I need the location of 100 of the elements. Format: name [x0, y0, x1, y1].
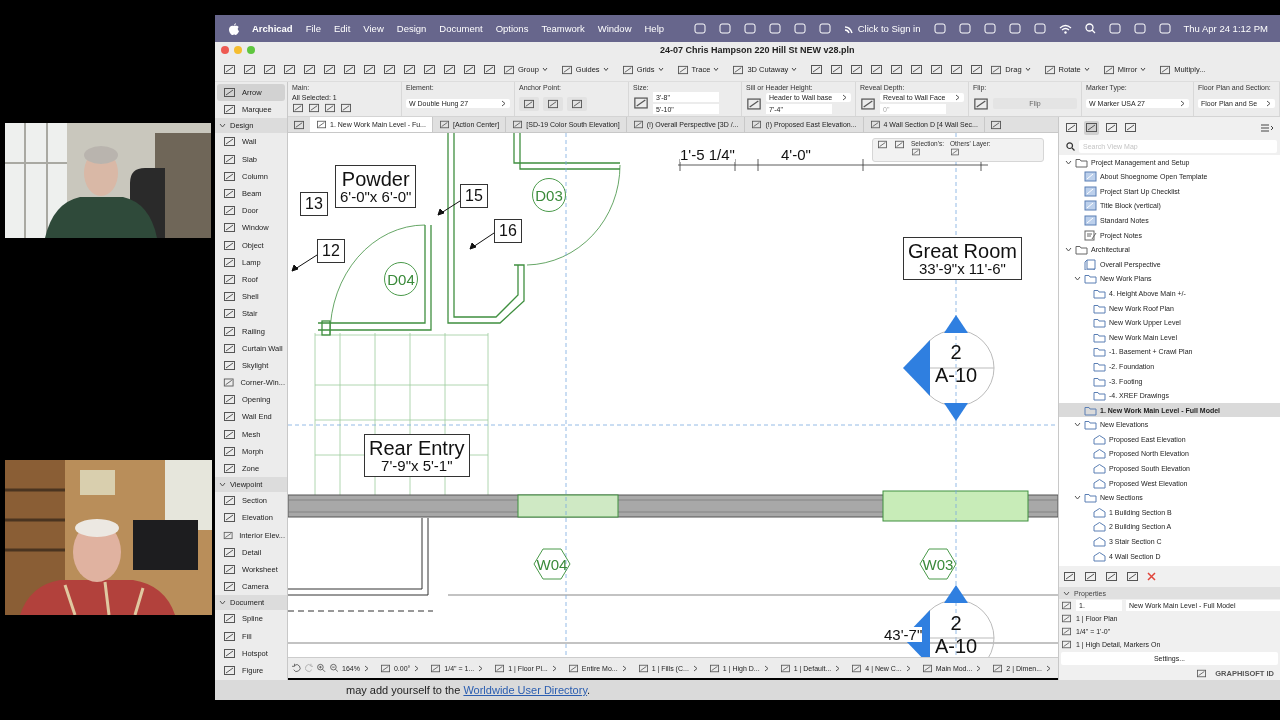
apple-icon[interactable]: [229, 22, 239, 35]
rounded-square-icon[interactable]: [1108, 23, 1121, 34]
square-icon[interactable]: [830, 64, 844, 75]
chevron-icon[interactable]: [1065, 246, 1072, 254]
chevron-icon[interactable]: [362, 664, 370, 672]
chevron-icon[interactable]: [762, 664, 770, 672]
chevron-icon[interactable]: [500, 100, 507, 107]
chevron-icon[interactable]: [620, 664, 628, 672]
chevron-icon[interactable]: [834, 664, 842, 672]
chevron-icon[interactable]: [954, 94, 961, 101]
square-icon[interactable]: [810, 64, 824, 75]
rounded-square-icon[interactable]: [743, 23, 756, 34]
chevron-icon[interactable]: [1074, 494, 1081, 502]
chevron-icon[interactable]: [841, 94, 848, 101]
chevron-icon[interactable]: [1063, 589, 1070, 597]
square-icon[interactable]: [323, 64, 336, 75]
rounded-square-icon[interactable]: [818, 23, 831, 34]
square-icon[interactable]: [930, 64, 944, 75]
rounded-square-icon[interactable]: [718, 23, 731, 34]
square-icon[interactable]: [1085, 121, 1098, 133]
menu-item[interactable]: Window: [597, 23, 632, 34]
square-icon[interactable]: [292, 103, 304, 113]
anchor-button[interactable]: [519, 96, 539, 111]
square-icon[interactable]: [989, 119, 1002, 130]
chevron-icon[interactable]: [219, 599, 226, 607]
undo-icon[interactable]: [292, 663, 301, 673]
rounded-square-icon[interactable]: [933, 23, 946, 34]
menu-item[interactable]: Options: [495, 23, 529, 34]
rounded-square-icon[interactable]: [983, 23, 996, 34]
chevron-icon[interactable]: [691, 664, 699, 672]
square-icon[interactable]: [340, 103, 352, 113]
anchor-button[interactable]: [543, 96, 563, 111]
menu-item[interactable]: Edit: [333, 23, 351, 34]
square-icon[interactable]: [403, 64, 416, 75]
chevron-icon[interactable]: [1045, 664, 1052, 672]
square-icon[interactable]: [877, 140, 888, 149]
rounded-square-icon[interactable]: [958, 23, 971, 34]
close-icon[interactable]: [1147, 572, 1156, 582]
square-icon[interactable]: [263, 64, 276, 75]
square-icon[interactable]: [223, 64, 236, 75]
square-icon[interactable]: [894, 140, 905, 149]
square-icon[interactable]: [910, 64, 924, 75]
rounded-square-icon[interactable]: [793, 23, 806, 34]
rounded-square-icon[interactable]: [1158, 23, 1171, 34]
square-icon[interactable]: [1105, 571, 1118, 583]
square-icon[interactable]: [463, 64, 476, 75]
rounded-square-icon[interactable]: [1133, 23, 1146, 34]
menu-icon[interactable]: [1260, 122, 1274, 133]
square-icon[interactable]: [1124, 122, 1137, 134]
square-icon[interactable]: [890, 64, 904, 75]
square-icon[interactable]: [1196, 668, 1208, 678]
chevron-icon[interactable]: [550, 664, 558, 672]
chevron-icon[interactable]: [975, 664, 983, 672]
square-icon[interactable]: [293, 119, 305, 130]
square-icon[interactable]: [423, 64, 436, 75]
square-icon[interactable]: [970, 64, 984, 75]
menu-item[interactable]: Document: [439, 23, 483, 34]
square-icon[interactable]: [443, 64, 456, 75]
square-icon[interactable]: [383, 64, 396, 75]
menu-item[interactable]: Teamwork: [541, 23, 585, 34]
square-icon[interactable]: [308, 103, 320, 113]
rounded-square-icon[interactable]: [1033, 23, 1046, 34]
menu-item[interactable]: Help: [644, 23, 665, 34]
menu-item[interactable]: Design: [396, 23, 427, 34]
search-icon[interactable]: [1084, 23, 1096, 34]
zoom-out-icon[interactable]: [329, 663, 338, 673]
chevron-icon[interactable]: [1065, 158, 1072, 166]
menu-item[interactable]: File: [305, 23, 321, 34]
square-icon[interactable]: [911, 148, 921, 156]
chevron-icon[interactable]: [1074, 275, 1081, 283]
chevron-icon[interactable]: [904, 664, 912, 672]
square-icon[interactable]: [1105, 122, 1118, 134]
chevron-icon[interactable]: [219, 481, 226, 489]
wifi-icon[interactable]: [1058, 23, 1072, 34]
rounded-square-icon[interactable]: [693, 23, 706, 34]
chevron-icon[interactable]: [1265, 100, 1272, 107]
square-icon[interactable]: [850, 64, 864, 75]
square-icon[interactable]: [343, 64, 356, 75]
anchor-button[interactable]: [567, 96, 587, 111]
close-button[interactable]: [221, 46, 229, 54]
square-icon[interactable]: [1065, 122, 1078, 134]
zoom-in-icon[interactable]: [317, 663, 326, 673]
menu-item[interactable]: View: [363, 23, 384, 34]
chevron-icon[interactable]: [1074, 421, 1081, 429]
square-icon[interactable]: [1126, 571, 1139, 583]
chevron-icon[interactable]: [219, 122, 226, 130]
square-icon[interactable]: [363, 64, 376, 75]
square-icon[interactable]: [870, 64, 884, 75]
chevron-icon[interactable]: [1179, 100, 1186, 107]
rounded-square-icon[interactable]: [1008, 23, 1021, 34]
chevron-icon[interactable]: [413, 664, 421, 672]
rounded-square-icon[interactable]: [768, 23, 781, 34]
square-icon[interactable]: [324, 103, 336, 113]
square-icon[interactable]: [283, 64, 296, 75]
square-icon[interactable]: [1084, 571, 1097, 583]
square-icon[interactable]: [950, 64, 964, 75]
app-menu[interactable]: Archicad: [252, 23, 293, 34]
square-icon[interactable]: [1063, 571, 1076, 583]
square-icon[interactable]: [243, 64, 256, 75]
sign-in-item[interactable]: Click to Sign in: [843, 23, 921, 34]
